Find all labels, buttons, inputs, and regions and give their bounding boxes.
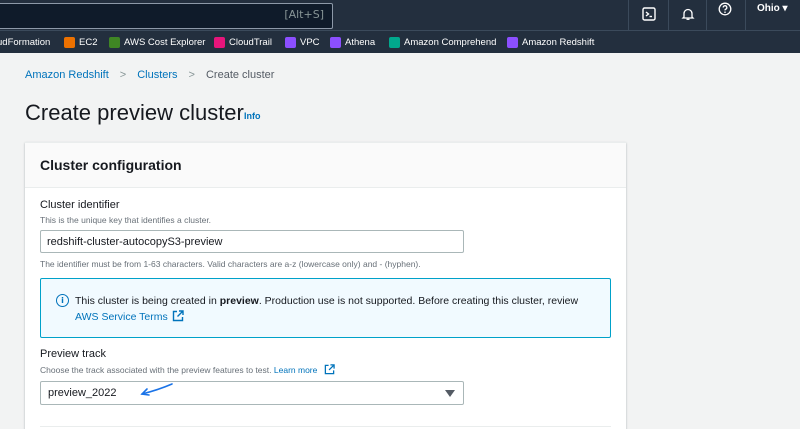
page-title: Create preview cluster xyxy=(25,100,244,125)
info-circle-icon: i xyxy=(56,294,69,307)
preview-track-description: Choose the track associated with the pre… xyxy=(40,364,335,375)
cloudshell-icon[interactable] xyxy=(640,5,658,23)
favorite-cloudformation[interactable]: udFormation xyxy=(0,36,50,49)
nav-divider xyxy=(668,0,669,30)
nav-divider xyxy=(628,0,629,30)
favorite-label: Amazon Comprehend xyxy=(404,37,497,48)
learn-more-link[interactable]: Learn more xyxy=(274,365,317,375)
favorite-vpc[interactable]: VPC xyxy=(285,36,320,49)
cluster-identifier-description: This is the unique key that identifies a… xyxy=(40,215,212,225)
favorite-label: VPC xyxy=(300,37,320,48)
region-selector[interactable]: Ohio ▾ xyxy=(757,3,788,14)
favorite-cost-explorer[interactable]: AWS Cost Explorer xyxy=(109,36,205,49)
favorite-redshift[interactable]: Amazon Redshift xyxy=(507,36,594,49)
vpc-icon xyxy=(285,37,296,48)
favorite-label: udFormation xyxy=(0,37,51,48)
alert-text-bold: preview xyxy=(219,295,259,307)
favorite-label: Athena xyxy=(345,37,376,48)
preview-track-desc-text: Choose the track associated with the pre… xyxy=(40,365,272,375)
redshift-icon xyxy=(507,37,518,48)
alert-text-post: . Production use is not supported. Befor… xyxy=(258,295,579,307)
help-icon[interactable] xyxy=(716,0,734,18)
preview-track-label: Preview track xyxy=(40,348,107,360)
alert-text-pre: This cluster is being created in xyxy=(75,295,220,307)
cloudtrail-icon xyxy=(214,37,225,48)
search-input[interactable]: [Alt+S] xyxy=(0,3,333,29)
nav-divider xyxy=(745,0,746,30)
favorite-label: CloudTrail xyxy=(229,37,272,48)
cluster-identifier-constraint: The identifier must be from 1-63 charact… xyxy=(40,259,421,269)
ec2-icon xyxy=(64,37,75,48)
favorite-cloudtrail[interactable]: CloudTrail xyxy=(214,36,272,49)
info-link[interactable]: Info xyxy=(244,111,261,121)
cluster-identifier-input[interactable] xyxy=(40,230,464,253)
favorite-label: EC2 xyxy=(79,37,98,48)
top-navigation: [Alt+S] Ohio ▾ xyxy=(0,0,800,30)
breadcrumb-clusters[interactable]: Clusters xyxy=(137,69,177,81)
athena-icon xyxy=(330,37,341,48)
breadcrumb-redshift[interactable]: Amazon Redshift xyxy=(25,69,109,81)
favorite-comprehend[interactable]: Amazon Comprehend xyxy=(389,36,496,49)
annotation-arrow-icon xyxy=(140,383,173,396)
alert-message: This cluster is being created in preview… xyxy=(75,293,605,325)
chevron-right-icon: > xyxy=(119,69,127,81)
panel-header: Cluster configuration xyxy=(25,143,626,188)
preview-track-selected-value: preview_2022 xyxy=(48,387,117,399)
caret-down-icon xyxy=(445,390,455,397)
breadcrumb: Amazon Redshift > Clusters > Create clus… xyxy=(25,69,274,81)
search-shortcut-hint: [Alt+S] xyxy=(284,8,324,21)
nav-divider xyxy=(706,0,707,30)
chevron-right-icon: > xyxy=(188,69,195,81)
cost-explorer-icon xyxy=(109,37,120,48)
cluster-identifier-label: Cluster identifier xyxy=(40,199,120,211)
favorite-athena[interactable]: Athena xyxy=(330,36,375,49)
section-divider xyxy=(40,426,611,427)
external-link-icon xyxy=(324,364,335,375)
comprehend-icon xyxy=(389,37,400,48)
favorite-ec2[interactable]: EC2 xyxy=(64,36,97,49)
favorite-label: AWS Cost Explorer xyxy=(124,37,206,48)
preview-track-select[interactable]: preview_2022 xyxy=(40,381,464,405)
external-link-icon xyxy=(172,310,184,322)
panel-title: Cluster configuration xyxy=(40,157,182,173)
favorite-label: Amazon Redshift xyxy=(522,37,595,48)
breadcrumb-current: Create cluster xyxy=(205,69,275,81)
favorites-bar: udFormation EC2 AWS Cost Explorer CloudT… xyxy=(0,30,800,53)
aws-service-terms-link[interactable]: AWS Service Terms xyxy=(75,311,168,323)
notifications-bell-icon[interactable] xyxy=(679,5,697,23)
preview-info-alert: i This cluster is being created in previ… xyxy=(40,278,611,338)
